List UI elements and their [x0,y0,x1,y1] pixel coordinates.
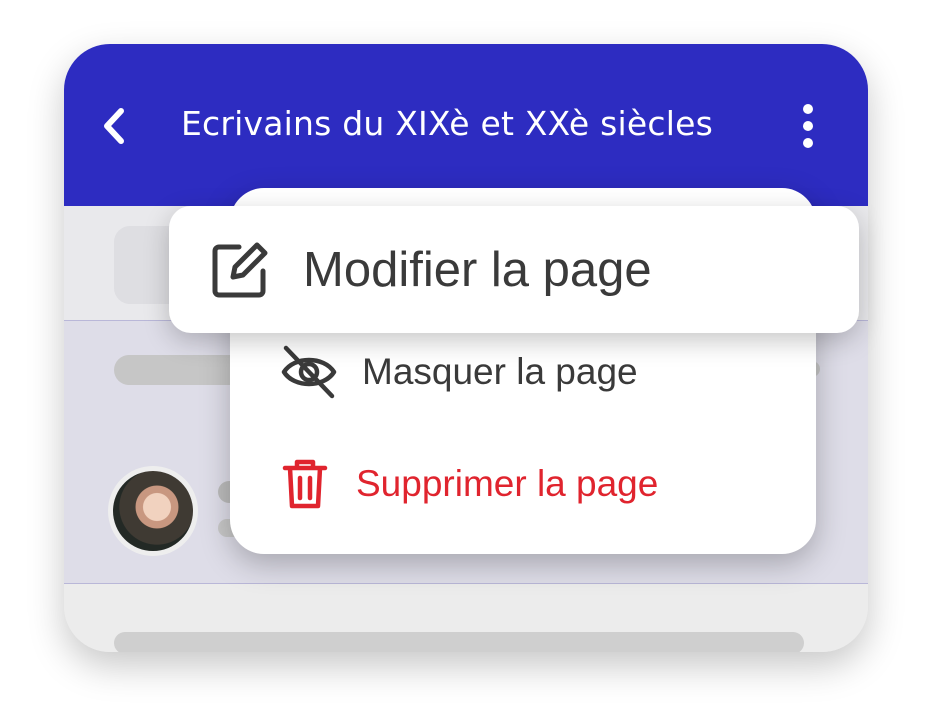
chevron-left-icon [104,108,124,144]
edit-page-label: Modifier la page [303,242,652,297]
delete-page-menu-item[interactable]: Supprimer la page [282,452,658,516]
page-title: Ecrivains du XIXè et XXè siècles [181,104,713,143]
more-options-button[interactable] [792,100,824,152]
trash-icon [282,459,328,509]
more-dot [803,121,813,131]
hide-page-menu-item[interactable]: Masquer la page [278,340,638,404]
back-button[interactable] [94,104,134,148]
edit-icon [212,242,268,297]
avatar[interactable] [108,466,198,556]
app-bar: Ecrivains du XIXè et XXè siècles [64,44,868,206]
avatar-photo [113,471,193,551]
delete-page-label: Supprimer la page [356,463,659,504]
more-vertical-icon [803,104,813,114]
bottom-area [64,584,868,652]
hide-page-label: Masquer la page [362,351,638,392]
edit-page-menu-item[interactable]: Modifier la page [169,206,859,333]
more-dot [803,138,813,148]
placeholder-bar [114,632,804,652]
eye-off-icon [281,345,337,399]
